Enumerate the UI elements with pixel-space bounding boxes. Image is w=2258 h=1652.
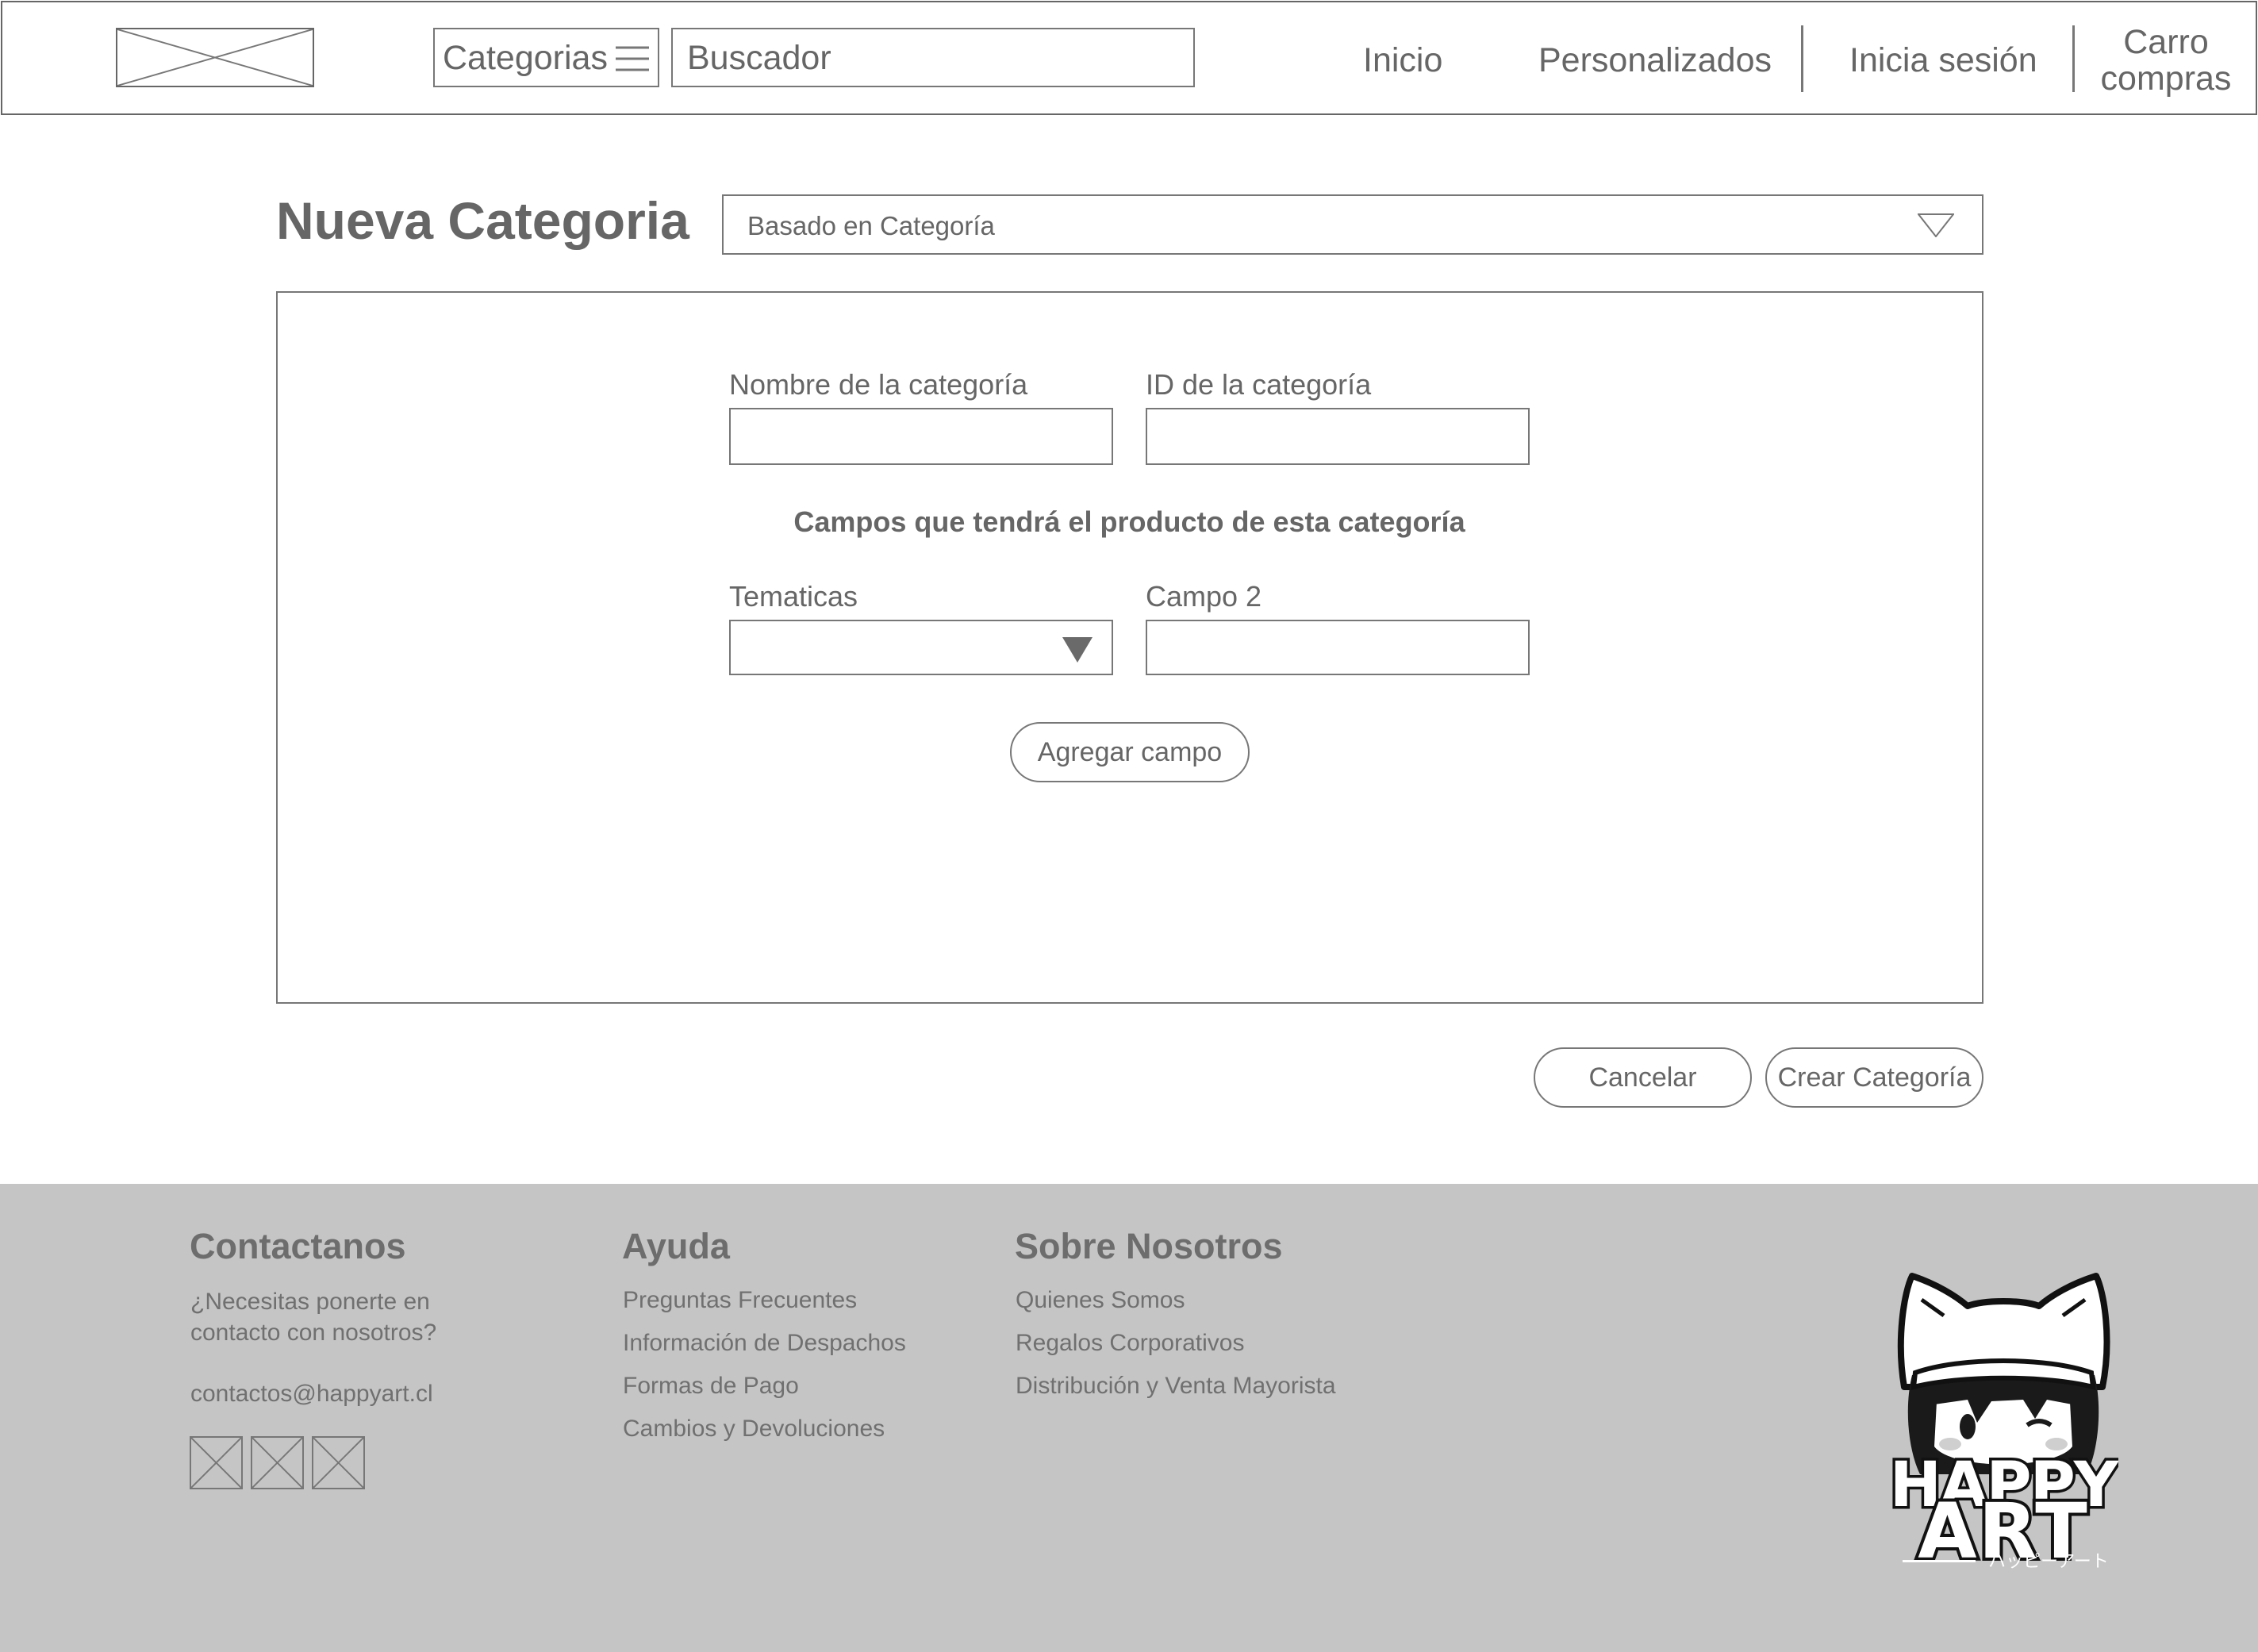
social-placeholder-icon[interactable] [190,1436,243,1489]
footer-help-link[interactable]: Información de Despachos [623,1330,906,1357]
category-name-label: Nombre de la categoría [729,368,1028,401]
nav-link-home[interactable]: Inicio [1363,41,1442,80]
footer-contact-email[interactable]: contactos@happyart.cl [190,1381,433,1408]
dropdown-triangle-outline-icon [1916,213,1956,238]
category-form-panel [276,291,1983,1004]
based-on-category-select[interactable]: Basado en Categoría [722,194,1983,255]
search-placeholder: Buscador [687,39,831,77]
hamburger-menu-icon [616,45,649,72]
dropdown-triangle-filled-icon [1062,637,1093,663]
cart-label-line1: Carro [2123,23,2209,61]
footer-help-link[interactable]: Preguntas Frecuentes [623,1287,857,1314]
category-name-input[interactable] [729,408,1113,465]
social-placeholder-icon[interactable] [251,1436,304,1489]
brand-logo-subtitle: ハッピーアート [1988,1552,2109,1572]
footer-about-link[interactable]: Quienes Somos [1016,1287,1185,1314]
nav-divider [2072,25,2075,92]
nav-divider [1801,25,1803,92]
categories-label: Categorias [443,39,608,77]
category-id-label: ID de la categoría [1146,368,1372,401]
field2-label: Campo 2 [1146,580,1262,613]
brand-logo-subtitle-row: ハッピーアート [1903,1547,2117,1576]
footer-about-link[interactable]: Distribución y Venta Mayorista [1016,1373,1336,1400]
footer-contact-text: ¿Necesitas ponerte en contacto con nosot… [190,1286,524,1348]
search-input[interactable]: Buscador [671,28,1195,87]
footer-contact-text-line1: ¿Necesitas ponerte en [190,1289,430,1315]
product-fields-heading: Campos que tendrá el producto de esta ca… [793,505,1465,538]
social-placeholder-icon[interactable] [312,1436,365,1489]
footer-about-heading: Sobre Nosotros [1015,1226,1283,1266]
categories-menu-button[interactable]: Categorias [433,28,659,87]
page-title: Nueva Categoria [276,191,689,250]
based-on-category-value: Basado en Categoría [747,211,995,240]
footer-contact-text-line2: contacto con nosotros? [190,1320,437,1346]
footer-about-link[interactable]: Regalos Corporativos [1016,1330,1244,1357]
site-logo-placeholder-icon[interactable] [116,28,314,87]
nav-link-login[interactable]: Inicia sesión [1849,41,2037,80]
create-category-button[interactable]: Crear Categoría [1765,1047,1983,1108]
footer-contact-heading: Contactanos [190,1226,406,1266]
cancel-button[interactable]: Cancelar [1534,1047,1752,1108]
footer-help-heading: Ayuda [622,1226,730,1266]
brand-logo-rule [1903,1560,1976,1562]
cart-label-line2: compras [2100,60,2232,98]
footer-help-link[interactable]: Cambios y Devoluciones [623,1416,885,1443]
themes-label: Tematicas [729,580,858,613]
category-id-input[interactable] [1146,408,1530,465]
field2-input[interactable] [1146,620,1530,675]
happy-art-mascot-logo: HAPPY ART [1887,1268,2124,1579]
themes-select[interactable] [729,620,1113,675]
footer-help-link[interactable]: Formas de Pago [623,1373,799,1400]
nav-link-cart[interactable]: Carro compras [2095,24,2237,97]
nav-link-custom[interactable]: Personalizados [1538,41,1772,80]
add-field-button[interactable]: Agregar campo [1010,722,1250,782]
